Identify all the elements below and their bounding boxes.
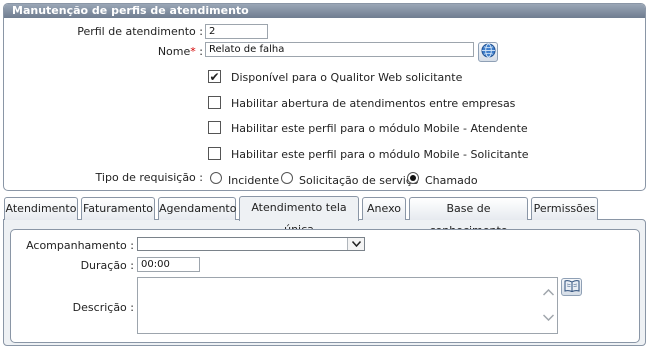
checkbox-label: Disponível para o Qualitor Web solicitan… <box>231 71 463 84</box>
radio-selected-dot <box>410 175 416 181</box>
globe-icon <box>480 43 496 61</box>
required-asterisk: * <box>190 45 196 58</box>
book-icon <box>564 279 580 295</box>
tab-agendamento[interactable]: Agendamento <box>158 197 236 220</box>
acompanhamento-select[interactable] <box>137 237 365 251</box>
perfil-input[interactable] <box>205 24 268 39</box>
nome-input[interactable] <box>205 42 474 57</box>
tab-atendimento[interactable]: Atendimento <box>4 197 78 220</box>
radio-label: Chamado <box>425 174 478 187</box>
descricao-label: Descrição : <box>72 301 134 314</box>
perfil-label: Perfil de atendimento : <box>77 25 203 38</box>
checkbox-qualitor-web[interactable]: ✔ <box>208 70 221 83</box>
duracao-input[interactable] <box>137 257 200 272</box>
checkbox-mobile-atendente[interactable] <box>208 121 221 134</box>
scroll-down-icon[interactable] <box>542 313 554 323</box>
panel-title: Manutenção de perfis de atendimento <box>4 4 645 18</box>
scroll-up-icon[interactable] <box>542 288 554 298</box>
checkbox-label: Habilitar este perfil para o módulo Mobi… <box>231 148 529 161</box>
nome-label: Nome* : <box>157 45 203 58</box>
radio-label: Incidente <box>228 174 280 187</box>
radio-label: Solicitação de serviço <box>299 174 419 187</box>
checkbox-entre-empresas[interactable] <box>208 96 221 109</box>
checkbox-label: Habilitar este perfil para o módulo Mobi… <box>231 122 528 135</box>
checkbox-mobile-solicitante[interactable] <box>208 147 221 160</box>
radio-incidente[interactable] <box>210 172 222 184</box>
descricao-textarea[interactable] <box>137 277 558 334</box>
tab-permissoes[interactable]: Permissões <box>531 197 598 220</box>
tab-anexo[interactable]: Anexo <box>362 197 406 220</box>
tab-base-conhecimento[interactable]: Base de conhecimento <box>409 197 528 237</box>
globe-button[interactable] <box>478 42 498 62</box>
tab-faturamento[interactable]: Faturamento <box>81 197 155 220</box>
radio-solicitacao[interactable] <box>281 172 293 184</box>
checkbox-label: Habilitar abertura de atendimentos entre… <box>231 97 516 110</box>
check-icon: ✔ <box>209 69 220 84</box>
tab-atendimento-tela-unica[interactable]: Atendimento tela única <box>239 196 359 236</box>
acompanhamento-label: Acompanhamento : <box>26 239 134 252</box>
chevron-down-icon <box>347 238 364 250</box>
radio-chamado[interactable] <box>407 172 419 184</box>
knowledge-base-button[interactable] <box>561 278 582 296</box>
tipo-label: Tipo de requisição : <box>95 171 203 184</box>
duracao-label: Duração : <box>80 259 134 272</box>
